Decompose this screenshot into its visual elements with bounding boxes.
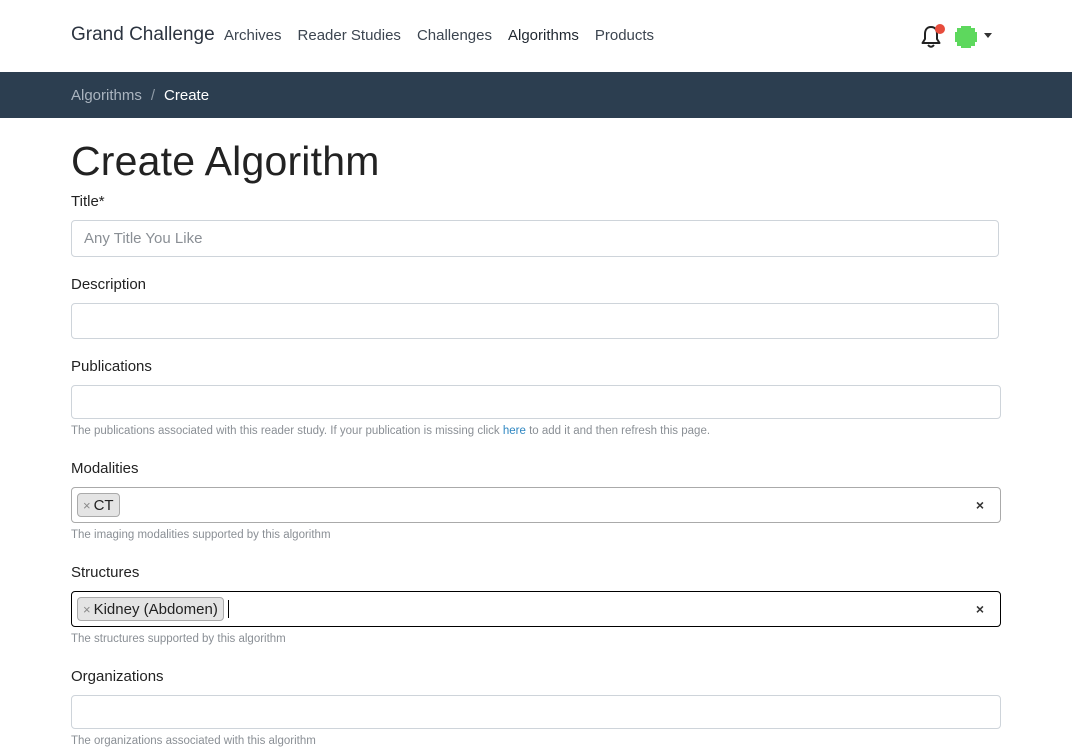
page-title: Create Algorithm: [71, 138, 380, 184]
clear-modalities-icon[interactable]: ×: [976, 497, 984, 513]
breadcrumb: Algorithms / Create: [71, 87, 209, 104]
main-nav: Archives Reader Studies Challenges Algor…: [224, 27, 670, 44]
caret-down-icon[interactable]: [984, 33, 992, 38]
breadcrumb-algorithms[interactable]: Algorithms: [71, 87, 142, 104]
remove-chip-icon[interactable]: ×: [83, 602, 91, 617]
organizations-help: The organizations associated with this a…: [71, 735, 316, 747]
modality-chip-label: CT: [93, 496, 114, 514]
modality-chip-ct: × CT: [77, 493, 120, 517]
clear-structures-icon[interactable]: ×: [976, 601, 984, 617]
top-navbar: Grand Challenge Archives Reader Studies …: [0, 0, 1072, 72]
publications-help-text-end: to add it and then refresh this page.: [525, 425, 711, 437]
modalities-label: Modalities: [71, 460, 139, 477]
publications-add-link[interactable]: here: [503, 425, 526, 437]
structures-label: Structures: [71, 564, 140, 581]
structure-chip-label: Kidney (Abdomen): [93, 600, 218, 618]
description-input[interactable]: [71, 303, 999, 339]
nav-link-reader-studies[interactable]: Reader Studies: [298, 27, 401, 44]
nav-link-challenges[interactable]: Challenges: [417, 27, 492, 44]
organizations-select[interactable]: [71, 695, 1001, 729]
notification-dot-icon: [935, 24, 945, 34]
modalities-help: The imaging modalities supported by this…: [71, 529, 331, 541]
publications-label: Publications: [71, 358, 152, 375]
publications-help: The publications associated with this re…: [71, 425, 710, 437]
title-label: Title*: [71, 193, 105, 210]
nav-link-archives[interactable]: Archives: [224, 27, 282, 44]
publications-select[interactable]: [71, 385, 1001, 419]
title-input[interactable]: [71, 220, 999, 257]
breadcrumb-separator: /: [150, 87, 156, 104]
description-label: Description: [71, 276, 147, 293]
remove-chip-icon[interactable]: ×: [83, 498, 91, 513]
structures-help: The structures supported by this algorit…: [71, 633, 286, 645]
organizations-label: Organizations: [71, 668, 164, 685]
publications-help-text: The publications associated with this re…: [71, 425, 503, 437]
brand-link[interactable]: Grand Challenge: [71, 24, 215, 46]
structure-chip-kidney: × Kidney (Abdomen): [77, 597, 224, 621]
text-cursor: [228, 600, 229, 618]
nav-link-products[interactable]: Products: [595, 27, 654, 44]
nav-link-algorithms[interactable]: Algorithms: [508, 27, 579, 44]
breadcrumb-create: Create: [164, 87, 210, 104]
breadcrumb-bar: Algorithms / Create: [0, 72, 1072, 118]
modalities-select[interactable]: × CT ×: [71, 487, 1001, 523]
avatar-icon[interactable]: [954, 25, 978, 49]
structures-select[interactable]: × Kidney (Abdomen) ×: [71, 591, 1001, 627]
